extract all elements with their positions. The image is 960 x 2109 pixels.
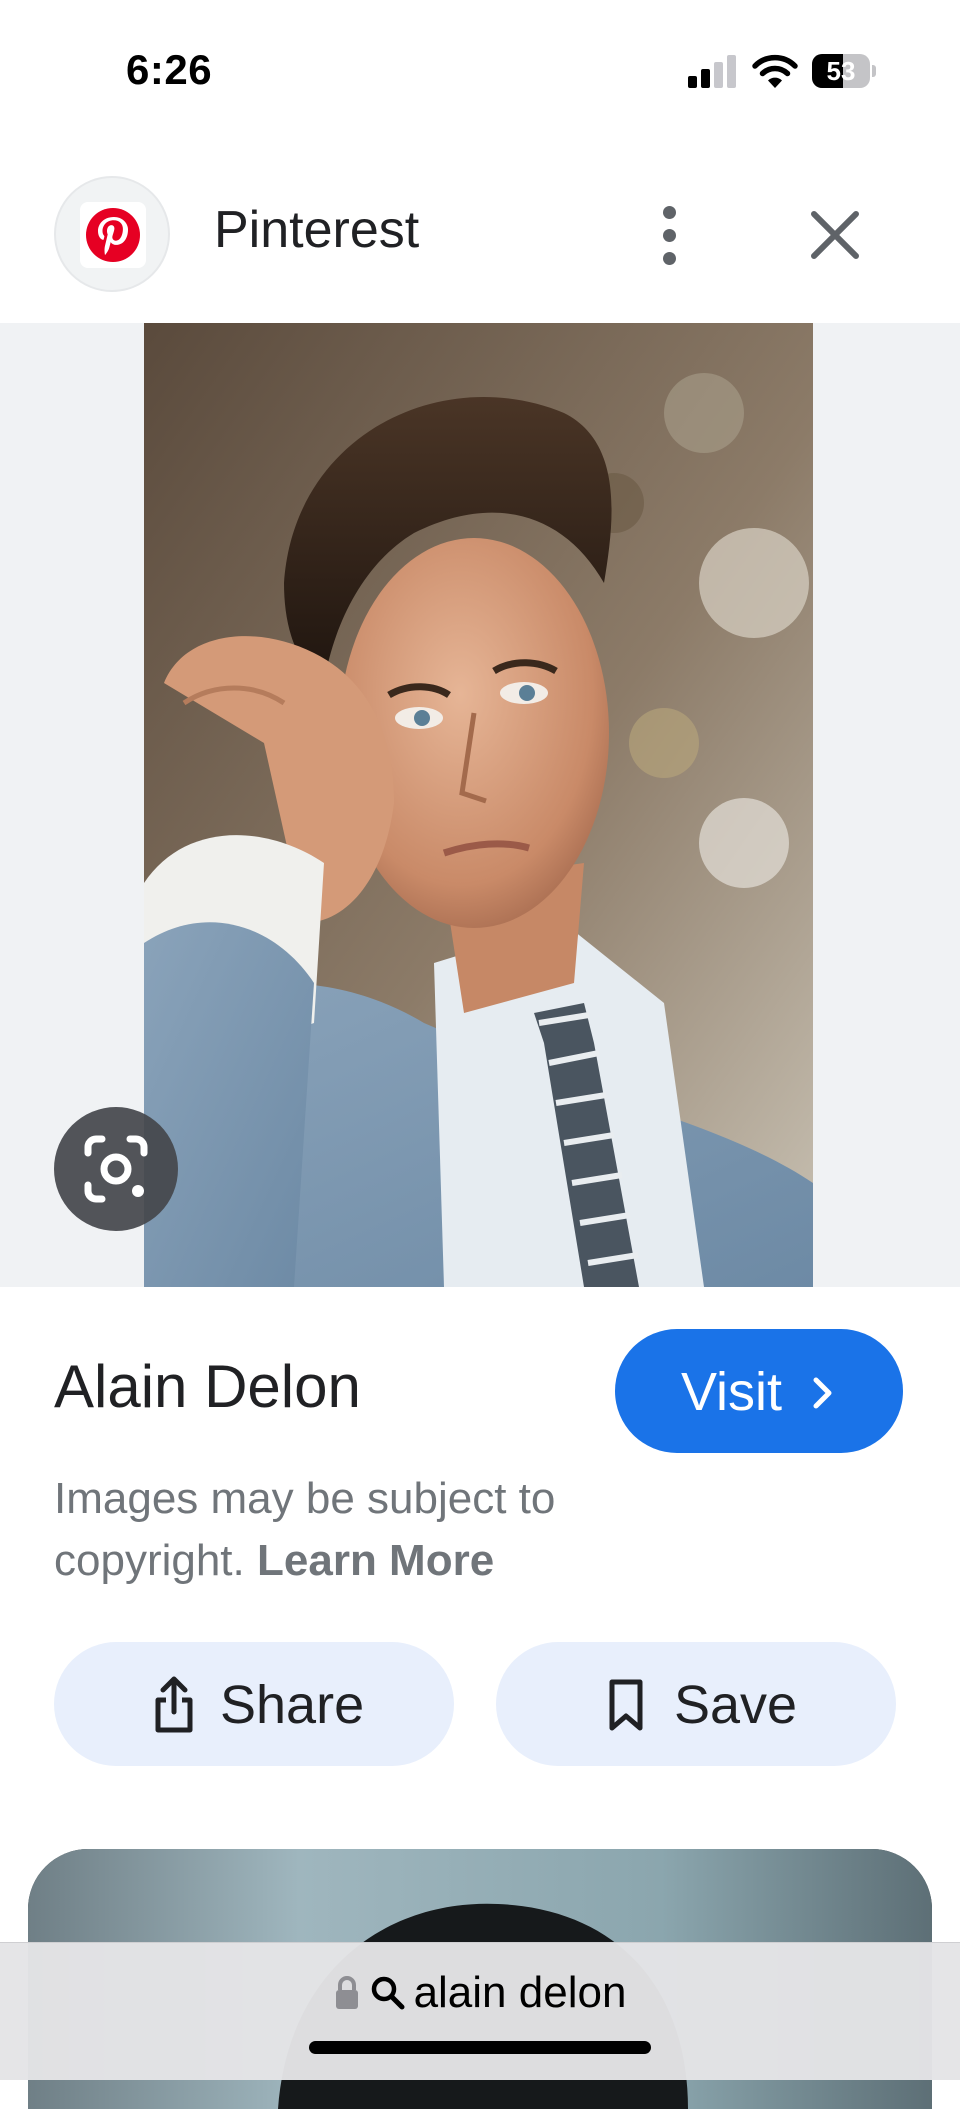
status-time: 6:26 xyxy=(126,46,213,93)
site-name: Pinterest xyxy=(214,201,420,259)
result-title: Alain Delon xyxy=(54,1353,361,1420)
result-image[interactable] xyxy=(144,323,813,1287)
google-lens-icon xyxy=(84,1135,148,1203)
google-lens-button[interactable] xyxy=(54,1107,178,1231)
share-label: Share xyxy=(220,1675,365,1735)
battery-level: 53 xyxy=(826,56,856,86)
visit-button[interactable]: Visit xyxy=(615,1329,903,1453)
image-preview-area xyxy=(0,323,960,1287)
save-label: Save xyxy=(674,1675,798,1735)
lock-icon xyxy=(335,1976,358,2009)
bookmark-icon xyxy=(609,1679,643,1731)
status-bar: 6:26 53 xyxy=(0,0,960,140)
home-indicator[interactable] xyxy=(309,2041,651,2054)
visit-label: Visit xyxy=(681,1362,783,1422)
more-options-button[interactable] xyxy=(640,200,700,272)
copyright-notice: Images may be subject to copyright. Lear… xyxy=(54,1468,674,1592)
share-icon xyxy=(155,1676,193,1733)
battery-icon: 53 xyxy=(812,54,876,88)
search-icon xyxy=(371,1976,405,2010)
portrait-photo xyxy=(144,323,813,1287)
search-query: alain delon xyxy=(413,1968,627,2017)
address-bar[interactable]: alain delon xyxy=(0,1942,960,2080)
learn-more-link[interactable]: Learn More xyxy=(257,1536,494,1585)
wifi-icon xyxy=(752,54,798,88)
close-icon xyxy=(811,211,859,259)
pinterest-logo-icon xyxy=(54,176,170,292)
chevron-right-icon xyxy=(813,1377,832,1409)
save-button[interactable]: Save xyxy=(496,1642,896,1766)
cellular-signal-icon xyxy=(688,54,738,88)
share-button[interactable]: Share xyxy=(54,1642,454,1766)
close-button[interactable] xyxy=(800,200,870,270)
